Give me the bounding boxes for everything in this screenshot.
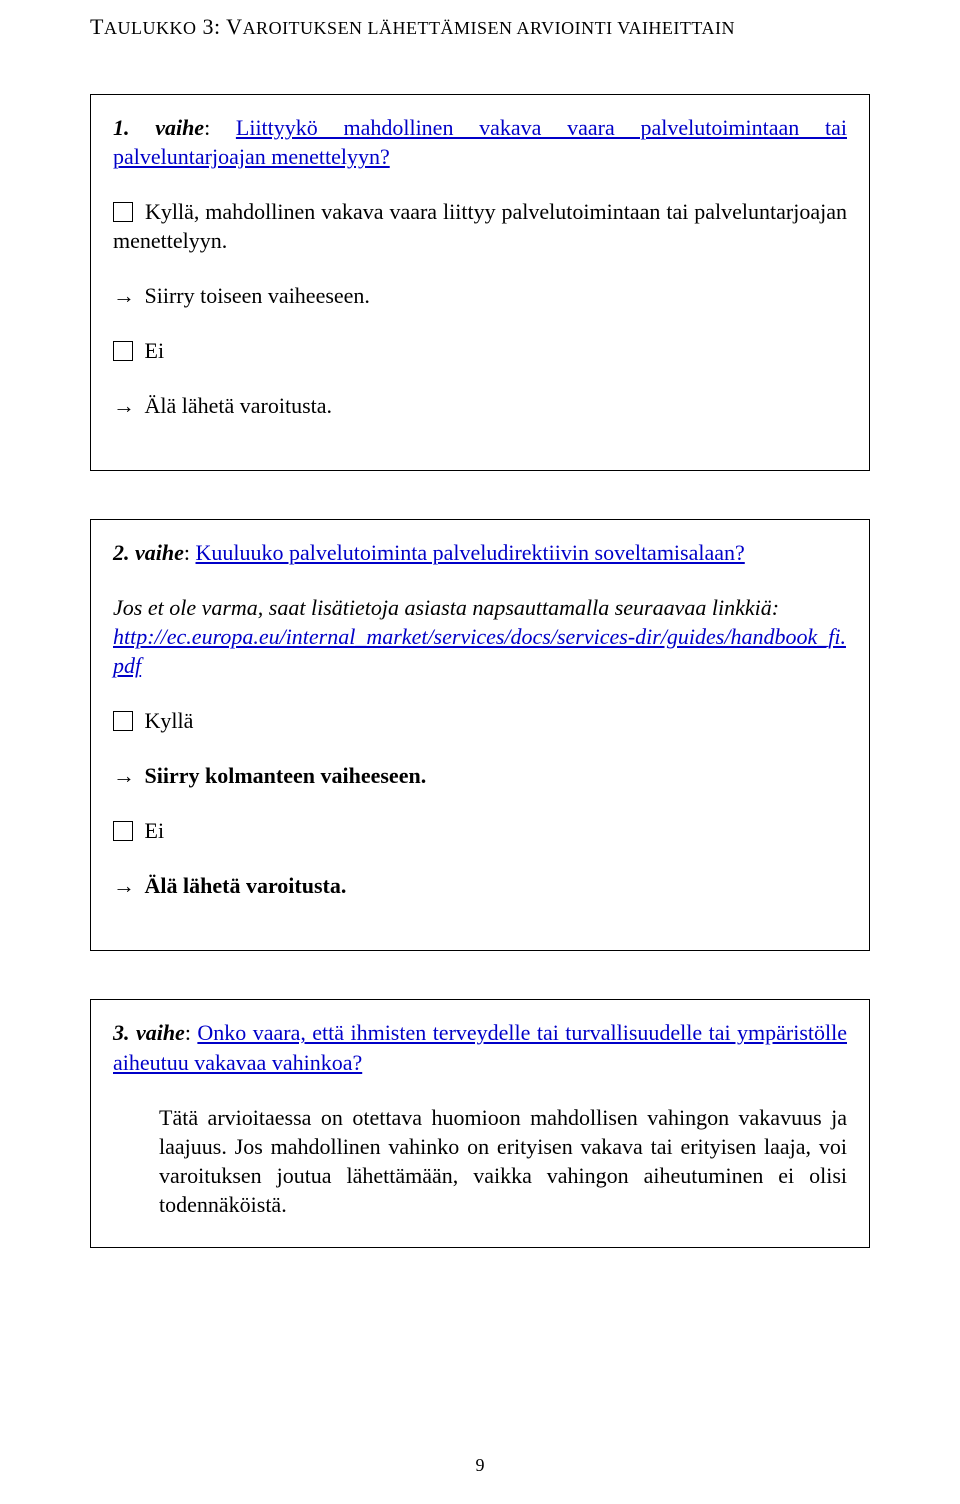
- step-2-link[interactable]: Kuuluuko palvelutoiminta palveludirektii…: [196, 540, 745, 565]
- step-1-yes-text: Kyllä, mahdollinen vakava vaara liittyy …: [113, 199, 847, 253]
- step-2-no-action: → Älä lähetä varoitusta.: [113, 871, 847, 900]
- arrow-right-icon: →: [113, 873, 135, 898]
- step-3-body: Tätä arvioitaessa on otettava huomioon m…: [159, 1103, 847, 1219]
- step-2-option-no: Ei: [113, 816, 847, 845]
- step-2-info-text: Jos et ole varma, saat lisätietoja asias…: [113, 595, 779, 620]
- step-2-go-next: → Siirry kolmanteen vaiheeseen.: [113, 761, 847, 790]
- step-2-noaction-text: Älä lähetä varoitusta.: [139, 873, 346, 898]
- step-1-heading: 1. vaihe: Liittyykö mahdollinen vakava v…: [113, 113, 847, 171]
- step-1-no-action: → Älä lähetä varoitusta.: [113, 391, 847, 420]
- step-1-noaction-text: Älä lähetä varoitusta.: [139, 393, 332, 418]
- arrow-right-icon: →: [113, 393, 135, 418]
- arrow-right-icon: →: [113, 763, 135, 788]
- step-1-box: 1. vaihe: Liittyykö mahdollinen vakava v…: [90, 94, 870, 471]
- step-1-option-yes: Kyllä, mahdollinen vakava vaara liittyy …: [113, 197, 847, 255]
- step-3-prefix: 3. vaihe: [113, 1020, 185, 1045]
- step-1-no-label: Ei: [145, 338, 165, 363]
- checkbox-icon[interactable]: [113, 821, 133, 841]
- checkbox-icon[interactable]: [113, 341, 133, 361]
- step-2-next-text: Siirry kolmanteen vaiheeseen.: [139, 763, 426, 788]
- checkbox-icon[interactable]: [113, 202, 133, 222]
- step-2-heading: 2. vaihe: Kuuluuko palvelutoiminta palve…: [113, 538, 847, 567]
- step-1-go-next: → Siirry toiseen vaiheeseen.: [113, 281, 847, 310]
- checkbox-icon[interactable]: [113, 711, 133, 731]
- step-2-option-yes: Kyllä: [113, 706, 847, 735]
- step-2-prefix: 2. vaihe: [113, 540, 184, 565]
- step-2-yes-label: Kyllä: [145, 708, 194, 733]
- step-1-next-text: Siirry toiseen vaiheeseen.: [139, 283, 370, 308]
- step-2-info-link[interactable]: http://ec.europa.eu/internal_market/serv…: [113, 624, 846, 678]
- step-2-no-label: Ei: [145, 818, 165, 843]
- page-number: 9: [476, 1455, 485, 1476]
- step-2-box: 2. vaihe: Kuuluuko palvelutoiminta palve…: [90, 519, 870, 951]
- step-3-heading: 3. vaihe: Onko vaara, että ihmisten terv…: [113, 1018, 847, 1076]
- step-2-info: Jos et ole varma, saat lisätietoja asias…: [113, 593, 847, 680]
- step-1-prefix: 1. vaihe: [113, 115, 204, 140]
- table-title: TAULUKKO 3: VAROITUKSEN LÄHETTÄMISEN ARV…: [90, 14, 870, 40]
- arrow-right-icon: →: [113, 283, 135, 308]
- step-3-link[interactable]: Onko vaara, että ihmisten terveydelle ta…: [113, 1020, 847, 1074]
- step-3-box: 3. vaihe: Onko vaara, että ihmisten terv…: [90, 999, 870, 1247]
- step-1-option-no: Ei: [113, 336, 847, 365]
